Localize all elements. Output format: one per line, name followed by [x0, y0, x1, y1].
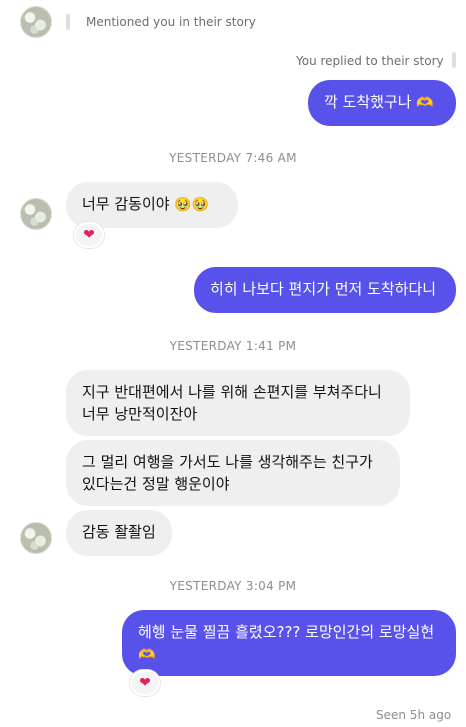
- heart-hands-emoji: 🫶: [416, 95, 434, 111]
- story-reply-bar: [66, 14, 70, 30]
- message-text: 헤헹 눈물 찔끔 흘렸오??? 로망인간의 로망실현: [138, 623, 435, 641]
- outgoing-message[interactable]: 헤헹 눈물 찔끔 흘렸오??? 로망인간의 로망실현 🫶: [122, 610, 456, 676]
- message-text: 그 멀리 여행을 가서도 나를 생각해주는 친구가 있다는건 정말 행운이야: [82, 453, 373, 493]
- pleading-face-emoji: 🥹🥹: [174, 197, 210, 213]
- outgoing-message[interactable]: 히히 나보다 편지가 먼저 도착하다니: [194, 267, 456, 313]
- avatar[interactable]: [20, 522, 52, 554]
- story-mention-note: Mentioned you in their story: [86, 15, 256, 29]
- timestamp: YESTERDAY 1:41 PM: [169, 339, 297, 353]
- heart-reaction[interactable]: ❤: [74, 222, 104, 248]
- timestamp: YESTERDAY 7:46 AM: [169, 151, 297, 165]
- outgoing-message[interactable]: 깍 도착했구나 🫶: [308, 80, 456, 126]
- incoming-message[interactable]: 그 멀리 여행을 가서도 나를 생각해주는 친구가 있다는건 정말 행운이야: [66, 440, 400, 506]
- seen-status: Seen 5h ago: [376, 708, 452, 722]
- heart-hands-emoji: 🫶: [138, 647, 156, 663]
- message-text: 히히 나보다 편지가 먼저 도착하다니: [210, 280, 437, 298]
- incoming-message[interactable]: 감동 좔좔임: [66, 510, 172, 556]
- heart-icon: ❤: [83, 227, 95, 243]
- story-reply-note: You replied to their story: [296, 54, 444, 68]
- incoming-message[interactable]: 지구 반대편에서 나를 위해 손편지를 부쳐주다니 너무 낭만적이잔아: [66, 370, 410, 436]
- timestamp: YESTERDAY 3:04 PM: [169, 579, 297, 593]
- message-text: 지구 반대편에서 나를 위해 손편지를 부쳐주다니 너무 낭만적이잔아: [82, 383, 382, 423]
- message-text: 너무 감동이야: [82, 195, 170, 213]
- avatar[interactable]: [20, 6, 52, 38]
- story-reply-bar: [452, 52, 456, 68]
- heart-reaction[interactable]: ❤: [130, 670, 160, 696]
- heart-icon: ❤: [139, 675, 151, 691]
- message-text: 감동 좔좔임: [82, 523, 156, 541]
- message-text: 깍 도착했구나: [324, 93, 412, 111]
- avatar[interactable]: [20, 198, 52, 230]
